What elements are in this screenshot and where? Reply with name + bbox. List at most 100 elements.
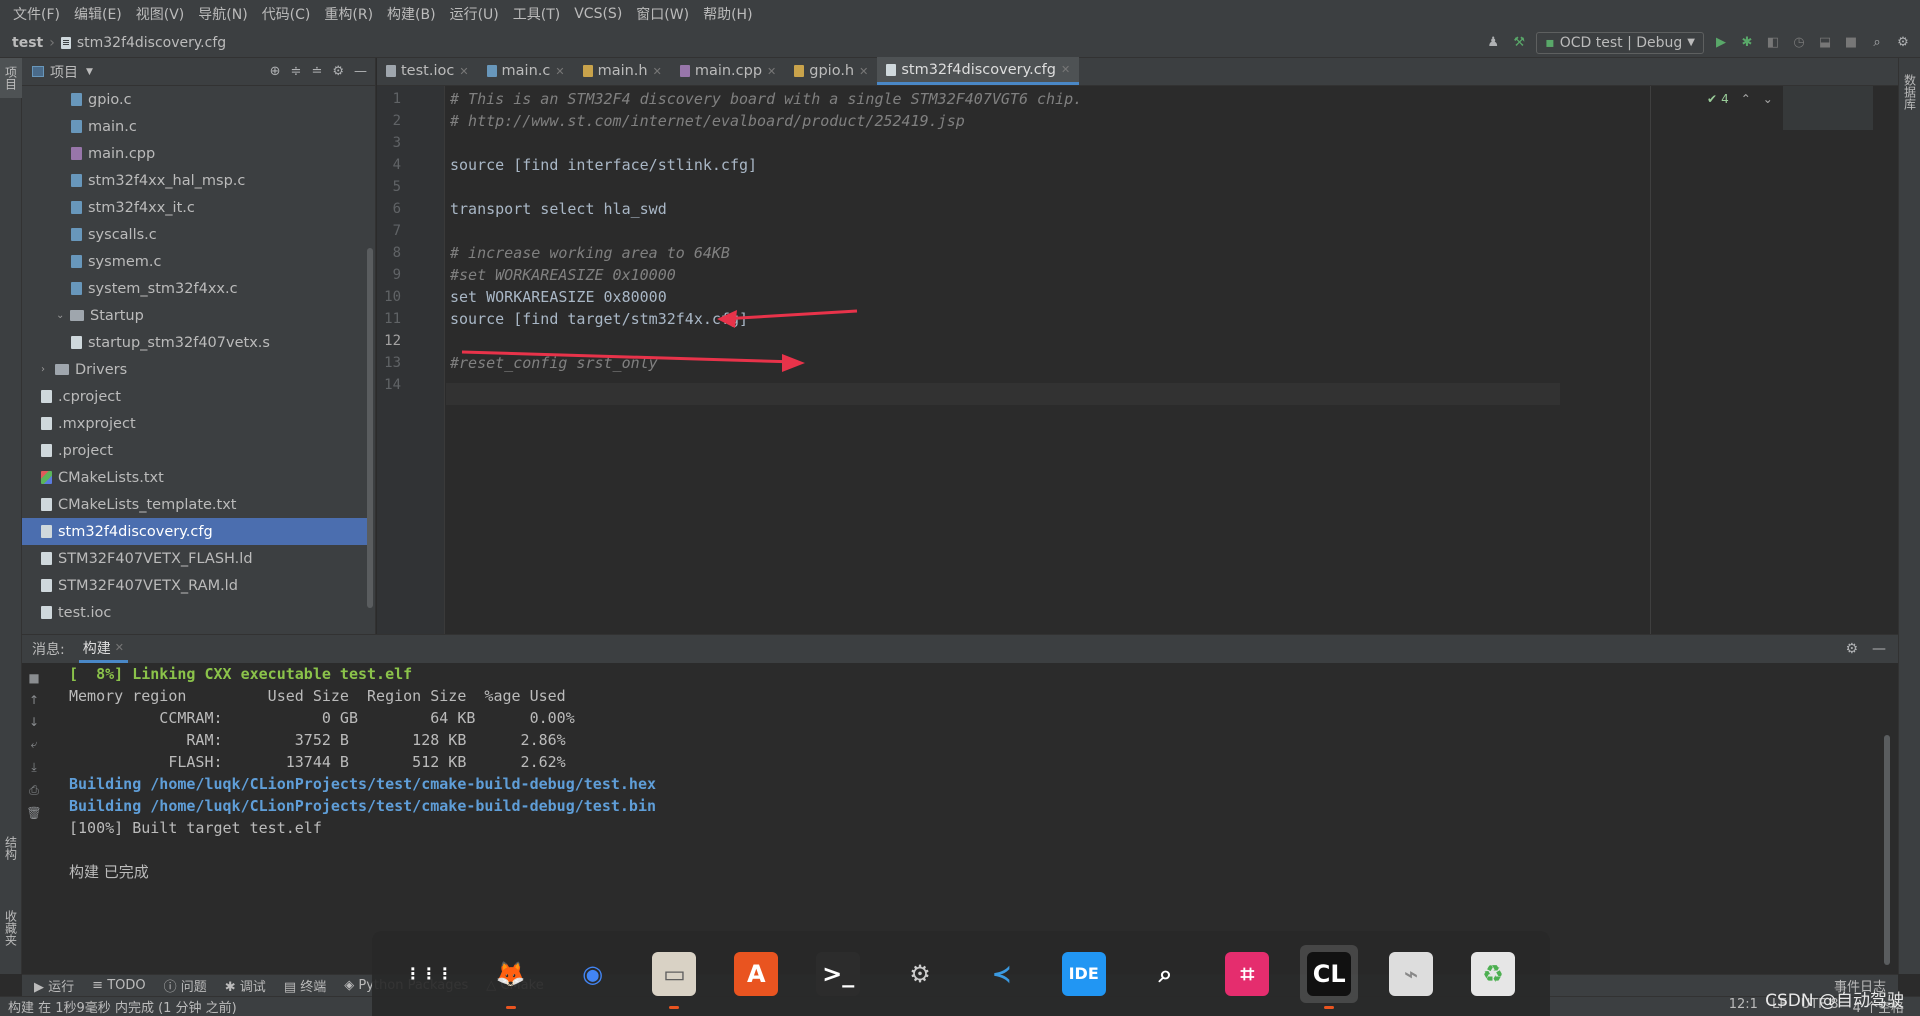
breadcrumb-project[interactable]: test (12, 35, 43, 51)
editor-tab[interactable]: stm32f4discovery.cfg ✕ (877, 57, 1080, 85)
tree-item[interactable]: stm32f4xx_it.c (22, 194, 368, 221)
tool-window-tab[interactable]: ≡ TODO (92, 978, 145, 993)
build-hammer-icon[interactable]: ⚒ (1510, 34, 1528, 52)
search-icon[interactable]: ⌕ (1137, 945, 1195, 1003)
coverage-icon[interactable]: ◧ (1764, 34, 1782, 52)
menu-item[interactable]: 构建(B) (380, 4, 443, 24)
project-tool-tab[interactable]: 项目 (0, 58, 22, 98)
tree-item[interactable]: test.ioc (22, 599, 368, 626)
chevron-down-icon[interactable]: ▼ (86, 67, 93, 77)
editor-tab[interactable]: main.h ✕ (574, 57, 671, 85)
editor-tab[interactable]: test.ioc ✕ (377, 57, 478, 85)
build-output[interactable]: [ 8%] Linking CXX executable test.elf Mem… (69, 663, 1868, 974)
cursor-position[interactable]: 12:1 (1729, 997, 1758, 1016)
close-icon[interactable]: ✕ (859, 65, 868, 78)
chevron-right-icon[interactable]: › (41, 364, 55, 375)
stop-icon[interactable]: ■ (28, 671, 39, 685)
menu-item[interactable]: 导航(N) (191, 4, 254, 24)
stop-icon[interactable]: ■ (1842, 34, 1860, 52)
build-scrollbar[interactable] (1884, 735, 1890, 965)
trash-icon[interactable]: 🗑 (26, 806, 41, 820)
chevron-down-icon[interactable]: ⌄ (1763, 92, 1773, 106)
editor-tab[interactable]: gpio.h ✕ (785, 57, 877, 85)
tree-item[interactable]: main.cpp (22, 140, 368, 167)
settings-icon[interactable]: ⚙ (891, 945, 949, 1003)
run-configuration-select[interactable]: ▪ OCD test | Debug ▼ (1536, 31, 1704, 54)
favorites-tool-tab[interactable]: 收藏夹 (0, 898, 22, 958)
tool-window-tab[interactable]: ⓘ 问题 (164, 976, 207, 995)
screenshot-icon[interactable]: ⌗ (1218, 945, 1276, 1003)
tree-item[interactable]: CMakeLists.txt (22, 464, 368, 491)
hide-icon[interactable]: — (1872, 641, 1886, 657)
collapse-all-icon[interactable]: ≐ (311, 64, 322, 79)
tree-item[interactable]: .cproject (22, 383, 368, 410)
vscode-icon[interactable]: ≺ (973, 945, 1031, 1003)
tree-item[interactable]: .project (22, 437, 368, 464)
breadcrumb-file[interactable]: stm32f4discovery.cfg (77, 35, 226, 51)
menu-item[interactable]: 文件(F) (6, 4, 67, 24)
database-tool-tab[interactable]: 数据库 (1899, 62, 1920, 122)
menu-item[interactable]: 代码(C) (255, 4, 318, 24)
close-icon[interactable]: ✕ (459, 65, 468, 78)
ide-icon[interactable]: IDE (1055, 945, 1113, 1003)
trash-icon[interactable]: ♻ (1464, 945, 1522, 1003)
scroll-to-end-icon[interactable]: ⤓ (31, 760, 36, 775)
tree-item[interactable]: stm32f4discovery.cfg (22, 518, 368, 545)
profile-icon[interactable]: ◷ (1790, 34, 1808, 52)
close-icon[interactable]: ✕ (115, 641, 124, 654)
tree-item[interactable]: syscalls.c (22, 221, 368, 248)
menu-item[interactable]: 编辑(E) (67, 4, 129, 24)
menu-item[interactable]: 重构(R) (317, 4, 380, 24)
apps-grid-icon[interactable]: ⋮⋮⋮ (400, 945, 458, 1003)
files-icon[interactable]: ▭ (645, 945, 703, 1009)
tree-item[interactable]: STM32F407VETX_RAM.ld (22, 572, 368, 599)
menu-item[interactable]: 运行(U) (443, 4, 506, 24)
status-message[interactable]: 构建 在 1秒9毫秒 内完成 (1 分钟 之前) (8, 997, 237, 1016)
tool-window-tab[interactable]: ✱ 调试 (225, 976, 266, 995)
tree-item[interactable]: stm32f4xx_hal_msp.c (22, 167, 368, 194)
clion-icon[interactable]: CL (1300, 944, 1359, 1009)
tree-item[interactable]: ⌄ Startup (22, 302, 368, 329)
menu-item[interactable]: 视图(V) (129, 4, 192, 24)
close-icon[interactable]: ✕ (653, 65, 662, 78)
code-editor[interactable]: 1 2 3 4 5 6 7 8 9 10 11 12 13 14 # This is an STM32F4… (377, 86, 1898, 634)
menu-item[interactable]: 帮助(H) (696, 4, 759, 24)
firefox-icon[interactable]: 🦊 (482, 945, 540, 1009)
tree-item[interactable]: sysmem.c (22, 248, 368, 275)
attach-icon[interactable]: ⬓ (1816, 34, 1834, 52)
tree-item[interactable]: STM32F407VETX_FLASH.ld (22, 545, 368, 572)
menu-item[interactable]: VCS(S) (567, 6, 629, 22)
editor-tab[interactable]: main.c ✕ (478, 57, 574, 85)
tool-window-tab[interactable]: ▤ 终端 (284, 976, 326, 995)
run-icon[interactable]: ▶ (1712, 34, 1730, 52)
tree-item[interactable]: .mxproject (22, 410, 368, 437)
expand-all-icon[interactable]: ≑ (291, 64, 302, 79)
arrow-up-icon[interactable]: ↑ (29, 693, 39, 707)
editor-tab[interactable]: main.cpp ✕ (671, 57, 785, 85)
settings-gear-icon[interactable]: ⚙ (1894, 34, 1912, 52)
close-icon[interactable]: ✕ (767, 65, 776, 78)
chevron-down-icon[interactable]: ⌄ (56, 310, 70, 321)
gear-icon[interactable]: ⚙ (1845, 641, 1858, 657)
tree-item[interactable]: CMakeLists_template.txt (22, 491, 368, 518)
usb-icon[interactable]: ⌁ (1382, 945, 1440, 1003)
tree-item[interactable]: › Drivers (22, 356, 368, 383)
hide-icon[interactable]: — (354, 64, 367, 79)
gear-icon[interactable]: ⚙ (332, 64, 344, 79)
debug-icon[interactable]: ✱ (1738, 34, 1756, 52)
build-tab[interactable]: 构建 ✕ (78, 635, 128, 663)
tree-item[interactable]: system_stm32f4xx.c (22, 275, 368, 302)
tree-item[interactable]: main.c (22, 113, 368, 140)
inspection-widget[interactable]: ✔ 4 ⌃ ⌄ (1707, 92, 1773, 106)
chrome-icon[interactable]: ◉ (564, 945, 622, 1003)
project-scrollbar[interactable] (367, 248, 373, 608)
close-icon[interactable]: ✕ (555, 65, 564, 78)
tool-window-tab[interactable]: ▶ 运行 (34, 976, 74, 995)
user-icon[interactable]: ♟ (1484, 34, 1502, 52)
soft-wrap-icon[interactable]: ⤶ (31, 737, 38, 752)
software-icon[interactable]: A (727, 945, 785, 1003)
project-panel-title[interactable]: 项目 (50, 62, 78, 82)
arrow-down-icon[interactable]: ↓ (29, 715, 39, 729)
locate-icon[interactable]: ⊕ (270, 64, 281, 79)
close-icon[interactable]: ✕ (1061, 63, 1070, 76)
